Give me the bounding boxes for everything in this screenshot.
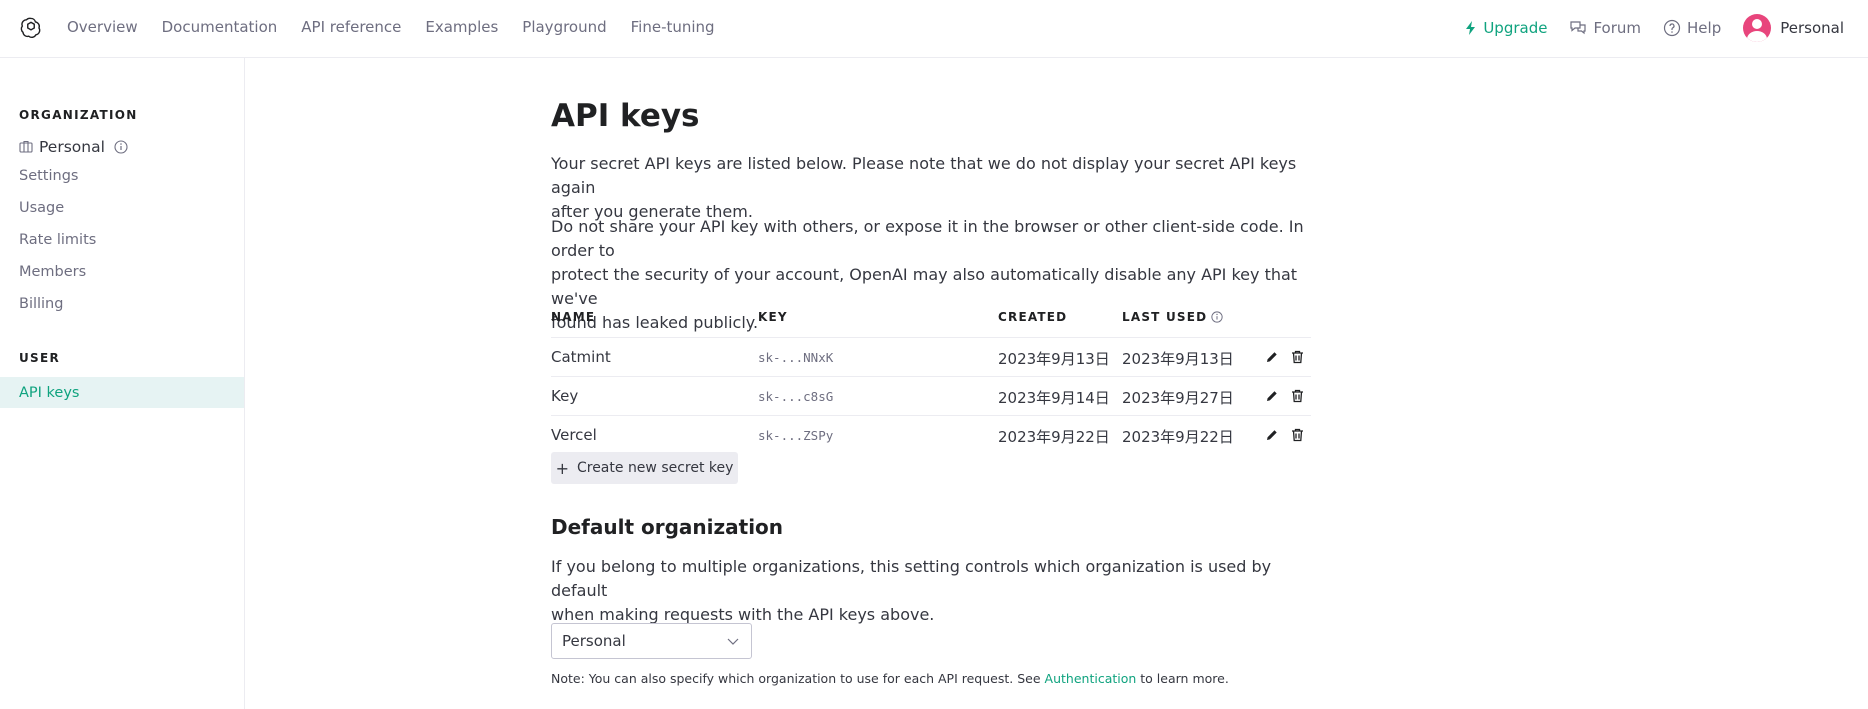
authentication-link[interactable]: Authentication: [1045, 671, 1137, 686]
openai-logo-icon[interactable]: [18, 15, 44, 41]
note-prefix: Note: You can also specify which organiz…: [551, 671, 1041, 686]
account-name: Personal: [1780, 19, 1844, 37]
table-row: Vercel sk-...ZSPy 2023年9月22日 2023年9月22日: [551, 416, 1311, 455]
col-header-name: NAME: [551, 310, 596, 324]
nav-playground[interactable]: Playground: [522, 18, 606, 36]
plus-icon: +: [555, 458, 569, 478]
key-last-used: 2023年9月13日: [1122, 350, 1234, 368]
organization-section-title: ORGANIZATION: [19, 108, 138, 122]
nav-api-reference[interactable]: API reference: [301, 18, 401, 36]
trash-icon[interactable]: [1291, 389, 1304, 403]
col-header-last-used: LAST USED: [1122, 310, 1223, 324]
default-org-line-1: If you belong to multiple organizations,…: [551, 557, 1272, 600]
info-icon[interactable]: [1211, 311, 1223, 323]
default-organization-description: If you belong to multiple organizations,…: [551, 555, 1311, 627]
selected-organization: Personal: [562, 632, 626, 650]
question-circle-icon: [1663, 19, 1681, 37]
api-keys-table: NAME KEY CREATED LAST USED Catmint sk-..…: [551, 310, 1311, 455]
table-row: Catmint sk-...NNxK 2023年9月13日 2023年9月13日: [551, 338, 1311, 377]
account-menu[interactable]: Personal: [1743, 14, 1844, 42]
col-header-key: KEY: [758, 310, 788, 324]
forum-link[interactable]: Forum: [1569, 19, 1641, 37]
sidebar-item-members[interactable]: Members: [0, 256, 244, 287]
organization-selector[interactable]: Personal: [0, 131, 244, 162]
warning-line-2: protect the security of your account, Op…: [551, 265, 1298, 308]
edit-pencil-icon[interactable]: [1265, 428, 1279, 442]
create-secret-key-button[interactable]: + Create new secret key: [551, 452, 738, 484]
chevron-down-icon: [727, 638, 739, 645]
key-created: 2023年9月22日: [998, 428, 1110, 446]
key-last-used: 2023年9月27日: [1122, 389, 1234, 407]
default-organization-title: Default organization: [551, 515, 784, 539]
key-value: sk-...c8sG: [758, 389, 834, 404]
chat-bubbles-icon: [1570, 21, 1587, 35]
key-created: 2023年9月13日: [998, 350, 1110, 368]
edit-pencil-icon[interactable]: [1265, 389, 1279, 403]
key-name: Vercel: [551, 426, 597, 444]
sidebar-item-billing[interactable]: Billing: [0, 288, 244, 319]
default-organization-select[interactable]: Personal: [551, 623, 752, 659]
key-last-used: 2023年9月22日: [1122, 428, 1234, 446]
key-value: sk-...ZSPy: [758, 428, 834, 443]
trash-icon[interactable]: [1291, 350, 1304, 364]
organization-note: Note: You can also specify which organiz…: [551, 671, 1229, 686]
nav-examples[interactable]: Examples: [425, 18, 498, 36]
create-secret-key-label: Create new secret key: [576, 460, 734, 476]
forum-label: Forum: [1593, 19, 1642, 37]
page-title: API keys: [551, 98, 700, 134]
nav-links: Overview Documentation API reference Exa…: [67, 18, 739, 36]
upgrade-label: Upgrade: [1483, 19, 1548, 37]
col-header-created: CREATED: [998, 310, 1068, 324]
sidebar-item-usage[interactable]: Usage: [0, 192, 244, 223]
key-value: sk-...NNxK: [758, 350, 834, 365]
sidebar-item-settings[interactable]: Settings: [0, 160, 244, 191]
warning-line-1: Do not share your API key with others, o…: [551, 217, 1304, 260]
table-row: Key sk-...c8sG 2023年9月14日 2023年9月27日: [551, 377, 1311, 416]
help-label: Help: [1687, 19, 1722, 37]
user-section-title: USER: [19, 351, 61, 365]
sidebar-item-rate-limits[interactable]: Rate limits: [0, 224, 244, 255]
lightning-icon: [1466, 21, 1476, 35]
col-header-last-used-label: LAST USED: [1122, 310, 1208, 324]
briefcase-icon: [19, 140, 33, 153]
intro-line-1: Your secret API keys are listed below. P…: [551, 154, 1297, 197]
organization-name: Personal: [39, 137, 105, 156]
note-suffix: to learn more.: [1140, 671, 1229, 686]
key-created: 2023年9月14日: [998, 389, 1110, 407]
avatar: [1743, 14, 1772, 42]
upgrade-link[interactable]: Upgrade: [1465, 19, 1547, 37]
help-link[interactable]: Help: [1663, 19, 1721, 37]
nav-overview[interactable]: Overview: [67, 18, 138, 36]
edit-pencil-icon[interactable]: [1265, 350, 1279, 364]
nav-fine-tuning[interactable]: Fine-tuning: [631, 18, 715, 36]
key-name: Key: [551, 387, 579, 405]
sidebar-item-api-keys[interactable]: API keys: [0, 377, 244, 408]
sidebar: ORGANIZATION Personal Settings Usage Rat…: [0, 58, 245, 709]
key-name: Catmint: [551, 348, 611, 366]
nav-right: Upgrade Forum Help Personal: [1465, 12, 1844, 44]
nav-documentation[interactable]: Documentation: [162, 18, 278, 36]
intro-text: Your secret API keys are listed below. P…: [551, 152, 1311, 224]
table-header: NAME KEY CREATED LAST USED: [551, 310, 1311, 338]
trash-icon[interactable]: [1291, 428, 1304, 442]
info-icon[interactable]: [114, 139, 128, 154]
top-navigation: Overview Documentation API reference Exa…: [0, 0, 1868, 58]
